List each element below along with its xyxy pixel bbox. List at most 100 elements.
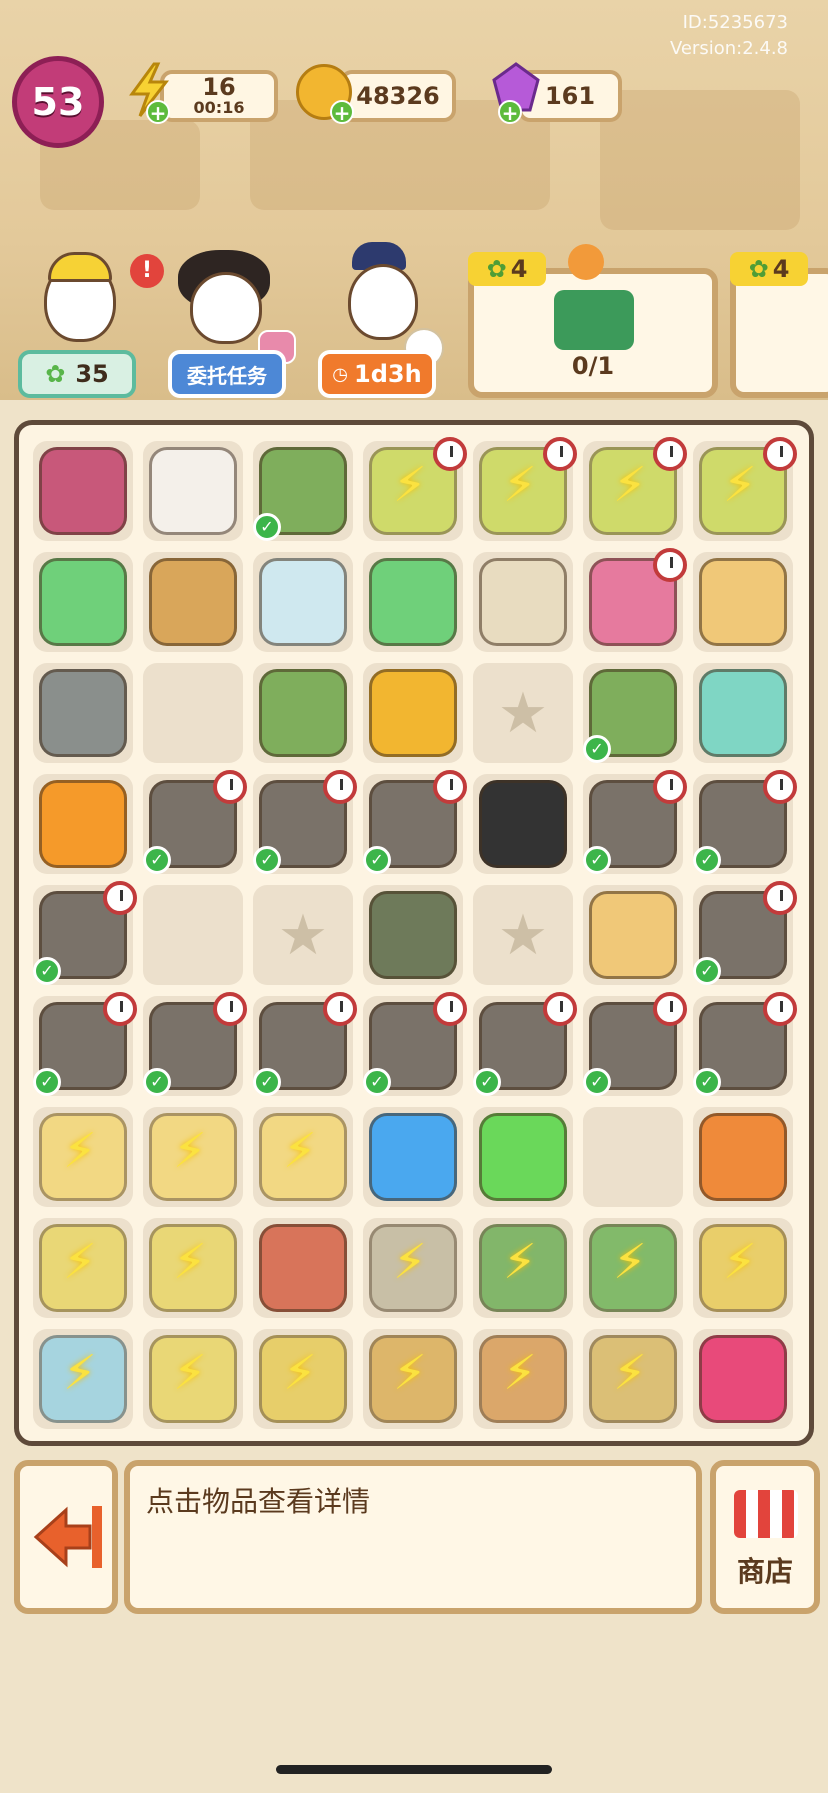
board-cell[interactable]: ⚡: [363, 1218, 463, 1318]
board-cell[interactable]: [33, 441, 133, 541]
board-cell[interactable]: ⚡: [473, 1218, 573, 1318]
board-cell[interactable]: ✓: [253, 441, 353, 541]
locked-lightning-icon: ⚡: [283, 1345, 317, 1401]
board-cell[interactable]: [473, 552, 573, 652]
timer-icon: [323, 992, 357, 1026]
player-level-badge[interactable]: 53: [12, 56, 104, 148]
board-cell[interactable]: [253, 1218, 353, 1318]
check-icon: ✓: [473, 1068, 501, 1096]
board-cell[interactable]: [583, 1107, 683, 1207]
board-cell[interactable]: ✓: [253, 770, 357, 874]
board-cell[interactable]: ✓: [253, 992, 357, 1096]
locked-lightning-icon: ⚡: [173, 1123, 207, 1179]
board-cell[interactable]: ⚡: [33, 1218, 133, 1318]
board-cell[interactable]: ⚡: [363, 1329, 463, 1429]
board-cell[interactable]: [693, 1329, 793, 1429]
check-icon: ✓: [253, 846, 281, 874]
board-cell[interactable]: ✓: [33, 992, 137, 1096]
order-reward: 4: [510, 255, 528, 283]
commission-task-badge[interactable]: 委托任务: [168, 350, 286, 398]
info-text: 点击物品查看详情: [146, 1485, 371, 1518]
board-cell[interactable]: [33, 663, 133, 763]
board-cell[interactable]: ✓: [583, 992, 687, 1096]
board-cell[interactable]: ⚡: [583, 437, 687, 541]
character-mail-carrier[interactable]: [326, 242, 444, 368]
board-cell[interactable]: [363, 885, 463, 985]
board-cell[interactable]: [363, 552, 463, 652]
home-indicator: [276, 1765, 552, 1774]
add-energy-button[interactable]: +: [146, 100, 170, 124]
add-gems-button[interactable]: +: [498, 100, 522, 124]
board-cell[interactable]: ★: [473, 885, 573, 985]
board-cell[interactable]: ★: [473, 663, 573, 763]
board-cell[interactable]: ✓: [693, 770, 797, 874]
board-cell[interactable]: ✓: [363, 770, 467, 874]
board-cell[interactable]: ⚡: [363, 437, 467, 541]
board-cell[interactable]: [363, 1107, 463, 1207]
shop-button[interactable]: 商店: [710, 1460, 820, 1614]
board-cell[interactable]: ⚡: [143, 1329, 243, 1429]
board-cell[interactable]: ✓: [693, 992, 797, 1096]
board-cell[interactable]: ★: [253, 885, 353, 985]
check-icon: ✓: [693, 1068, 721, 1096]
check-icon: ✓: [363, 846, 391, 874]
board-cell[interactable]: ✓: [363, 992, 467, 1096]
energy-value: 16: [202, 73, 236, 101]
bricks-icon: [39, 447, 127, 535]
board-cell[interactable]: ⚡: [143, 1107, 243, 1207]
locked-lightning-icon: ⚡: [63, 1234, 97, 1290]
clover-icon: ✿: [486, 255, 507, 283]
board-cell[interactable]: ✓: [583, 663, 683, 763]
board-cell[interactable]: [583, 885, 683, 985]
check-icon: ✓: [693, 957, 721, 985]
board-cell[interactable]: ⚡: [693, 1218, 793, 1318]
energy-counter[interactable]: 16 00:16: [160, 70, 278, 122]
add-coins-button[interactable]: +: [330, 100, 354, 124]
board-cell[interactable]: [253, 663, 353, 763]
board-cell[interactable]: [693, 552, 793, 652]
order-card-2[interactable]: ✿ 4: [730, 252, 828, 398]
star-count-badge[interactable]: ✿ 35: [18, 350, 136, 398]
board-cell[interactable]: ⚡: [33, 1107, 133, 1207]
board-cell[interactable]: ✓: [583, 770, 687, 874]
exit-button[interactable]: [14, 1460, 118, 1614]
board-cell[interactable]: ✓: [33, 881, 137, 985]
board-cell[interactable]: ⚡: [33, 1329, 133, 1429]
board-cell[interactable]: ⚡: [583, 1329, 683, 1429]
board-cell[interactable]: [693, 663, 793, 763]
board-cell[interactable]: [143, 885, 243, 985]
coins-counter[interactable]: 48326: [340, 70, 456, 122]
timer-icon: [433, 437, 467, 471]
timer-icon: [763, 881, 797, 915]
board-cell[interactable]: [583, 548, 687, 652]
board-cell[interactable]: [473, 1107, 573, 1207]
info-panel: 点击物品查看详情: [124, 1460, 702, 1614]
board-cell[interactable]: ⚡: [583, 1218, 683, 1318]
board-cell[interactable]: [143, 441, 243, 541]
order-reward: 4: [772, 255, 790, 283]
board-cell[interactable]: ⚡: [473, 437, 577, 541]
board-cell[interactable]: ⚡: [253, 1329, 353, 1429]
check-icon: ✓: [363, 1068, 391, 1096]
board-cell[interactable]: [143, 552, 243, 652]
board-cell[interactable]: ✓: [143, 992, 247, 1096]
board-cell[interactable]: [33, 552, 133, 652]
star-count: 35: [75, 360, 109, 388]
timer-badge[interactable]: ◷ 1d3h: [318, 350, 436, 398]
board-cell[interactable]: ⚡: [693, 437, 797, 541]
order-card[interactable]: ✿ 4 0/1: [468, 244, 718, 398]
board-cell[interactable]: [253, 552, 353, 652]
board-cell[interactable]: [473, 774, 573, 874]
timer-icon: [543, 992, 577, 1026]
board-cell[interactable]: ✓: [693, 881, 797, 985]
power-drill-icon: [554, 290, 634, 350]
board-cell[interactable]: ✓: [473, 992, 577, 1096]
board-cell[interactable]: [363, 663, 463, 763]
board-cell[interactable]: [143, 663, 243, 763]
board-cell[interactable]: ⚡: [473, 1329, 573, 1429]
board-cell[interactable]: ⚡: [253, 1107, 353, 1207]
board-cell[interactable]: ⚡: [143, 1218, 243, 1318]
board-cell[interactable]: [693, 1107, 793, 1207]
board-cell[interactable]: ✓: [143, 770, 247, 874]
board-cell[interactable]: [33, 774, 133, 874]
